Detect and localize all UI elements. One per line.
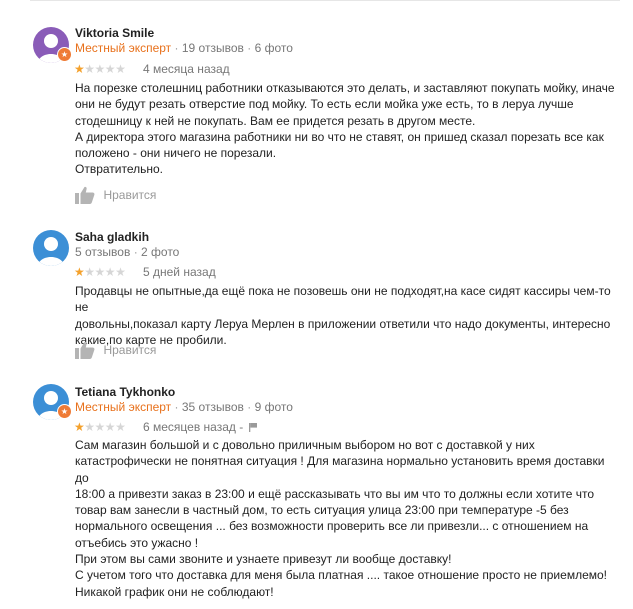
like-button[interactable]: Нравится [75, 186, 156, 204]
star-icon: ★ [94, 62, 106, 76]
star-rating: ★★★★★ [74, 62, 126, 76]
star-rating: ★★★★★ [74, 420, 126, 434]
star-badge-icon: ★ [57, 404, 72, 419]
photos-count: 9 фото [254, 400, 293, 414]
star-icon: ★ [74, 420, 85, 434]
star-icon: ★ [84, 265, 95, 279]
star-icon: ★ [115, 265, 126, 279]
reviews-count: 5 отзывов [75, 245, 131, 259]
separator: · [247, 400, 252, 414]
star-icon: ★ [84, 420, 95, 434]
flag-icon[interactable] [249, 423, 257, 432]
star-icon: ★ [74, 62, 85, 76]
review-text: Сам магазин большой и с довольно приличн… [75, 438, 607, 599]
photos-count: 6 фото [254, 41, 293, 55]
star-icon: ★ [115, 62, 126, 76]
star-rating: ★★★★★ [74, 265, 126, 279]
thumbs-up-icon [75, 186, 95, 204]
separator: · [247, 41, 252, 55]
star-icon: ★ [94, 265, 106, 279]
star-badge-icon: ★ [57, 47, 72, 62]
author-meta: Местный эксперт · 19 отзывов · 6 фото [75, 41, 293, 55]
like-button[interactable]: Нравится [75, 341, 156, 359]
reviews-count: 35 отзывов [181, 400, 244, 414]
star-icon: ★ [104, 62, 116, 76]
like-label: Нравится [103, 343, 157, 357]
review-text: На порезке столешниц работники отказываю… [75, 81, 615, 177]
author-name[interactable]: Saha gladkih [75, 230, 149, 244]
star-icon: ★ [94, 420, 106, 434]
reviews-count: 19 отзывов [181, 41, 244, 55]
separator: · [174, 400, 179, 414]
author-meta: Местный эксперт · 35 отзывов · 9 фото [75, 400, 293, 414]
thumbs-up-icon [75, 341, 95, 359]
divider [30, 0, 620, 1]
separator: · [133, 245, 138, 259]
star-icon: ★ [84, 62, 95, 76]
expert-label: Местный эксперт [75, 400, 172, 414]
star-icon: ★ [74, 265, 85, 279]
review-date: 6 месяцев назад - [143, 420, 243, 434]
author-meta: 5 отзывов · 2 фото [75, 245, 179, 259]
photos-count: 2 фото [141, 245, 180, 259]
star-icon: ★ [115, 420, 126, 434]
person-icon [33, 230, 69, 266]
author-name[interactable]: Tetiana Tykhonko [75, 385, 175, 399]
author-name[interactable]: Viktoria Smile [75, 26, 154, 40]
review-date: 4 месяца назад [143, 62, 230, 76]
date-separator: - [239, 420, 244, 434]
review-date: 5 дней назад [143, 265, 216, 279]
star-icon: ★ [104, 420, 116, 434]
like-label: Нравится [103, 188, 157, 202]
avatar[interactable] [33, 230, 69, 266]
separator: · [174, 41, 179, 55]
star-icon: ★ [104, 265, 116, 279]
review-date-text: 6 месяцев назад [143, 420, 236, 434]
expert-label: Местный эксперт [75, 41, 172, 55]
review-text: Продавцы не опытные,да ещё пока не позов… [75, 284, 611, 347]
